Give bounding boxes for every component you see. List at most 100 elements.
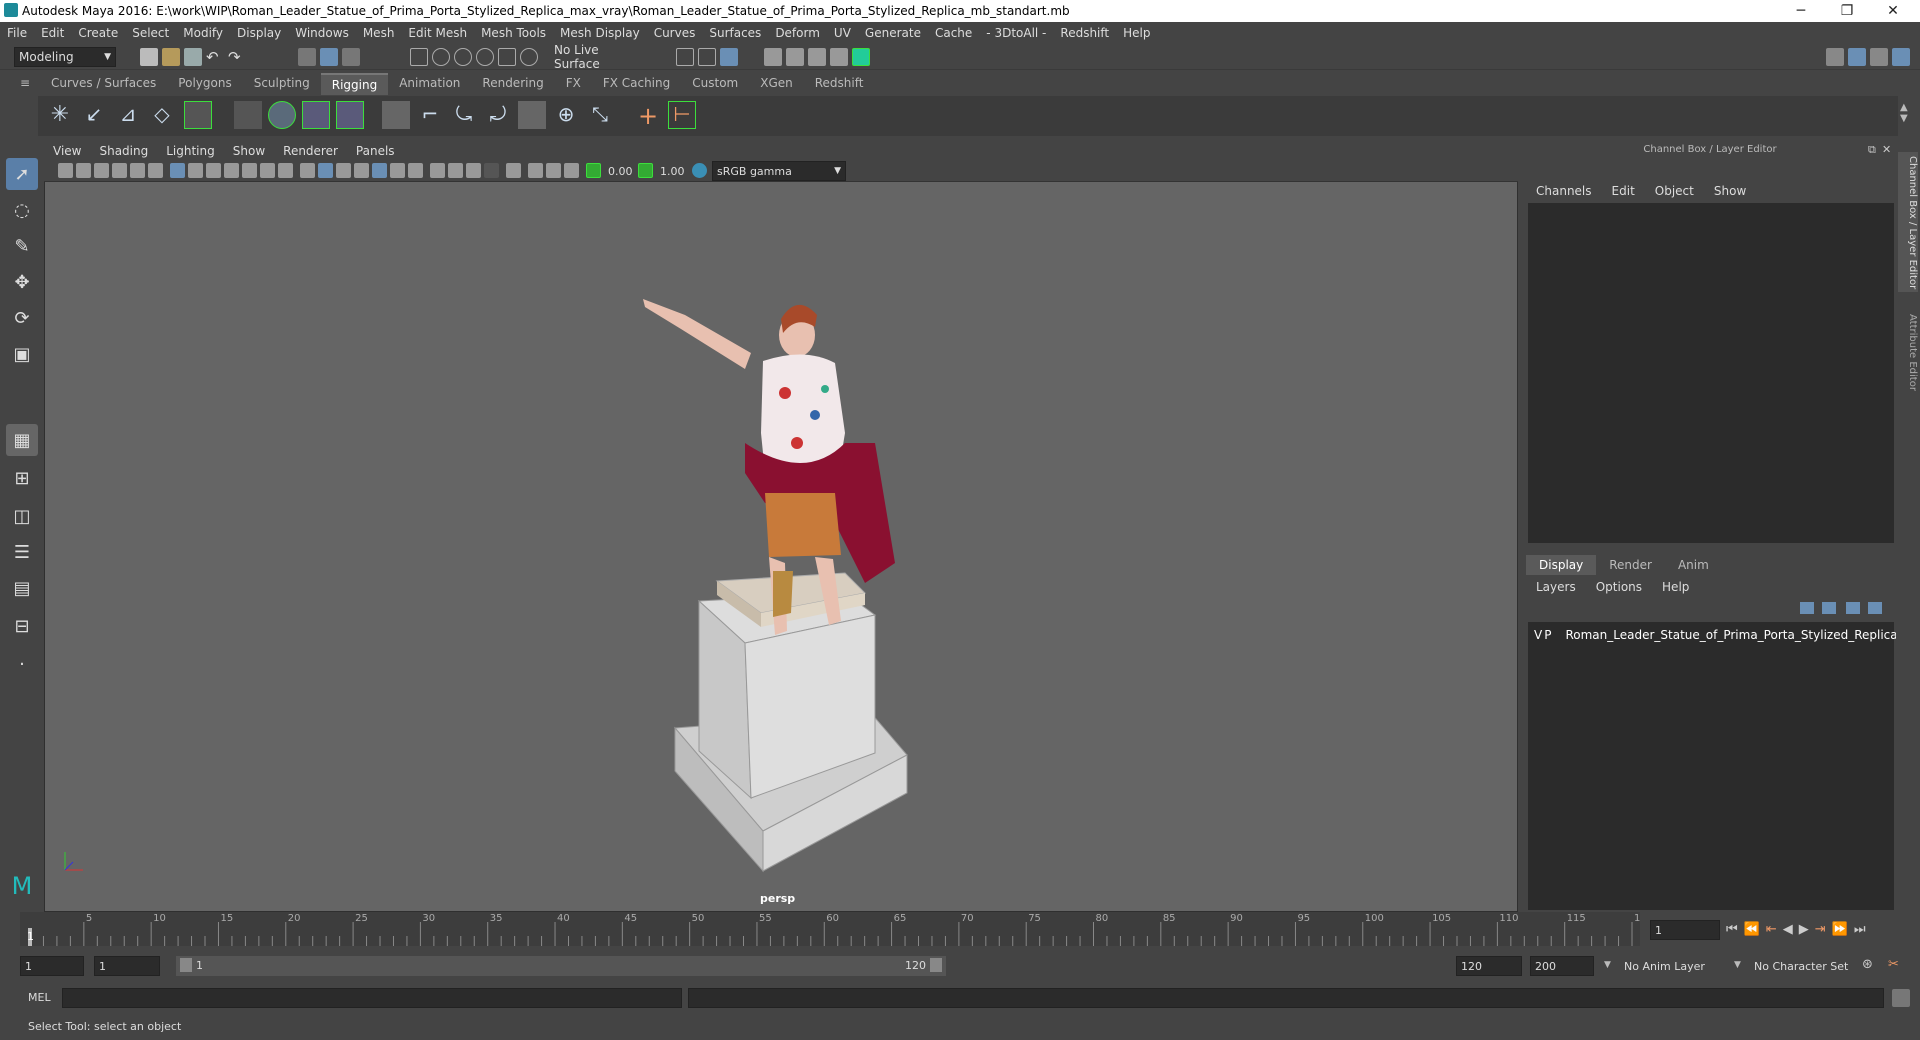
hypershade-view-icon[interactable]: ⊟ — [6, 610, 38, 642]
joint-tool-icon[interactable]: ✳ — [46, 101, 74, 129]
time-slider[interactable]: 5 10 15 20 25 30 35 40 45 50 55 60 65 70 75 80 85 90 95 100… — [20, 912, 1640, 946]
tab-fx[interactable]: FX — [555, 73, 592, 95]
tab-redshift[interactable]: Redshift — [804, 73, 875, 95]
field-chart-icon[interactable] — [242, 163, 257, 178]
save-scene-icon[interactable] — [184, 48, 202, 66]
menu-mesh-display[interactable]: Mesh Display — [553, 26, 647, 40]
minimize-button[interactable]: ─ — [1778, 0, 1824, 22]
layout-icon[interactable] — [1870, 48, 1888, 66]
camera-attrs-icon[interactable] — [76, 163, 91, 178]
isolate-select-icon[interactable] — [506, 163, 521, 178]
move-tool-icon[interactable]: ✥ — [6, 266, 38, 298]
xray-icon[interactable] — [528, 163, 543, 178]
cb-menu-channels[interactable]: Channels — [1526, 184, 1602, 198]
play-backward-icon[interactable]: ◀ — [1783, 922, 1793, 937]
select-hierarchy-icon[interactable] — [298, 48, 316, 66]
two-view-icon[interactable]: ◫ — [6, 500, 38, 532]
wireframe-icon[interactable] — [300, 163, 315, 178]
channel-box-area[interactable] — [1528, 203, 1894, 543]
tab-sculpting[interactable]: Sculpting — [243, 73, 321, 95]
sculpt-deformer-icon[interactable]: ⊕ — [552, 101, 580, 129]
character-set-dropdown[interactable]: No Character Set — [1750, 956, 1860, 976]
start-time-field[interactable]: 1 — [20, 956, 84, 976]
menu-mesh-tools[interactable]: Mesh Tools — [474, 26, 553, 40]
preferences-icon[interactable]: ✂ — [1888, 957, 1906, 975]
vp-menu-panels[interactable]: Panels — [347, 144, 404, 158]
construction-history-icon[interactable] — [698, 48, 716, 66]
end-time-field[interactable]: 200 — [1530, 956, 1594, 976]
resolution-gate-icon[interactable] — [206, 163, 221, 178]
ipr-render-icon[interactable] — [786, 48, 804, 66]
locator-icon[interactable]: + — [634, 101, 662, 130]
step-back-icon[interactable]: ⏪ — [1744, 922, 1760, 937]
color-management-icon[interactable] — [692, 163, 707, 178]
twist-icon[interactable]: ⤡ — [586, 101, 614, 129]
menu-help[interactable]: Help — [1116, 26, 1157, 40]
safe-title-icon[interactable] — [278, 163, 293, 178]
current-frame-field[interactable]: 1 — [1650, 920, 1720, 940]
menu-create[interactable]: Create — [71, 26, 125, 40]
side-tab-channel-box[interactable]: Channel Box / Layer Editor — [1898, 152, 1918, 292]
new-scene-icon[interactable] — [140, 48, 158, 66]
menu-curves[interactable]: Curves — [647, 26, 703, 40]
menu-deform[interactable]: Deform — [768, 26, 827, 40]
step-forward-key-icon[interactable]: ⇥ — [1815, 922, 1826, 937]
toggle-panel-icon[interactable] — [1848, 48, 1866, 66]
move-layer-up-icon[interactable] — [1800, 602, 1814, 614]
gamma-icon[interactable] — [638, 163, 653, 178]
humanik-icon[interactable] — [184, 101, 212, 129]
vp-menu-view[interactable]: View — [44, 144, 90, 158]
layer-playback-toggle[interactable]: P — [1544, 628, 1551, 642]
render-settings-icon[interactable] — [720, 48, 738, 66]
ik-spline-icon[interactable]: ◇ — [148, 101, 176, 129]
layer-row[interactable]: V P Roman_Leader_Statue_of_Prima_Porta_S… — [1528, 625, 1898, 645]
wrap-icon[interactable]: ⤾ — [484, 101, 512, 129]
shadows-icon[interactable] — [408, 163, 423, 178]
xray-joints-icon[interactable] — [546, 163, 561, 178]
outliner-view-icon[interactable]: ☰ — [6, 536, 38, 568]
redshift-render-icon[interactable] — [852, 48, 870, 66]
menu-display[interactable]: Display — [230, 26, 288, 40]
anim-layer-dropdown[interactable]: No Anim Layer — [1620, 956, 1730, 976]
layer-visibility-toggle[interactable]: V — [1534, 628, 1542, 642]
image-plane-icon[interactable] — [112, 163, 127, 178]
chevron-down-icon[interactable]: ▼ — [1734, 960, 1741, 970]
smooth-shade-icon[interactable] — [318, 163, 333, 178]
tab-render[interactable]: Render — [1596, 555, 1665, 575]
rotate-tool-icon[interactable]: ⟳ — [6, 302, 38, 334]
menu-surfaces[interactable]: Surfaces — [702, 26, 768, 40]
paint-select-icon[interactable]: ✎ — [6, 230, 38, 262]
menu-edit-mesh[interactable]: Edit Mesh — [401, 26, 474, 40]
graph-view-icon[interactable]: ▤ — [6, 572, 38, 604]
colorspace-dropdown[interactable]: sRGB gamma ▼ — [712, 161, 846, 181]
shelf-menu-icon[interactable]: ≡ — [20, 76, 34, 90]
close-button[interactable]: ✕ — [1870, 0, 1916, 22]
paint-weights-icon[interactable] — [382, 101, 410, 129]
undo-icon[interactable]: ↶ — [206, 48, 224, 66]
snap-point-icon[interactable] — [454, 48, 472, 66]
two-d-pan-icon[interactable] — [130, 163, 145, 178]
workspace-icon[interactable] — [1826, 48, 1844, 66]
scale-tool-icon[interactable]: ▣ — [6, 338, 38, 370]
hypershade-icon[interactable] — [830, 48, 848, 66]
close-panel-icon[interactable]: ✕ — [1882, 143, 1891, 156]
tab-custom[interactable]: Custom — [681, 73, 749, 95]
cb-menu-edit[interactable]: Edit — [1602, 184, 1645, 198]
tab-anim[interactable]: Anim — [1665, 555, 1722, 575]
menu-modify[interactable]: Modify — [176, 26, 230, 40]
tab-display[interactable]: Display — [1526, 555, 1597, 575]
mel-label[interactable]: MEL — [28, 991, 51, 1004]
menu-edit[interactable]: Edit — [34, 26, 71, 40]
command-input[interactable] — [62, 988, 682, 1008]
lattice-icon[interactable] — [336, 101, 364, 129]
menu-windows[interactable]: Windows — [288, 26, 356, 40]
viewport-panel[interactable] — [44, 142, 1518, 912]
open-scene-icon[interactable] — [162, 48, 180, 66]
tab-fx-caching[interactable]: FX Caching — [592, 73, 681, 95]
xray-components-icon[interactable] — [564, 163, 579, 178]
render-frame-icon[interactable] — [764, 48, 782, 66]
menu-uv[interactable]: UV — [827, 26, 858, 40]
ambient-occlusion-icon[interactable] — [430, 163, 445, 178]
auto-key-icon[interactable]: ⊛ — [1862, 957, 1880, 975]
float-panel-icon[interactable]: ⧉ — [1868, 143, 1876, 157]
